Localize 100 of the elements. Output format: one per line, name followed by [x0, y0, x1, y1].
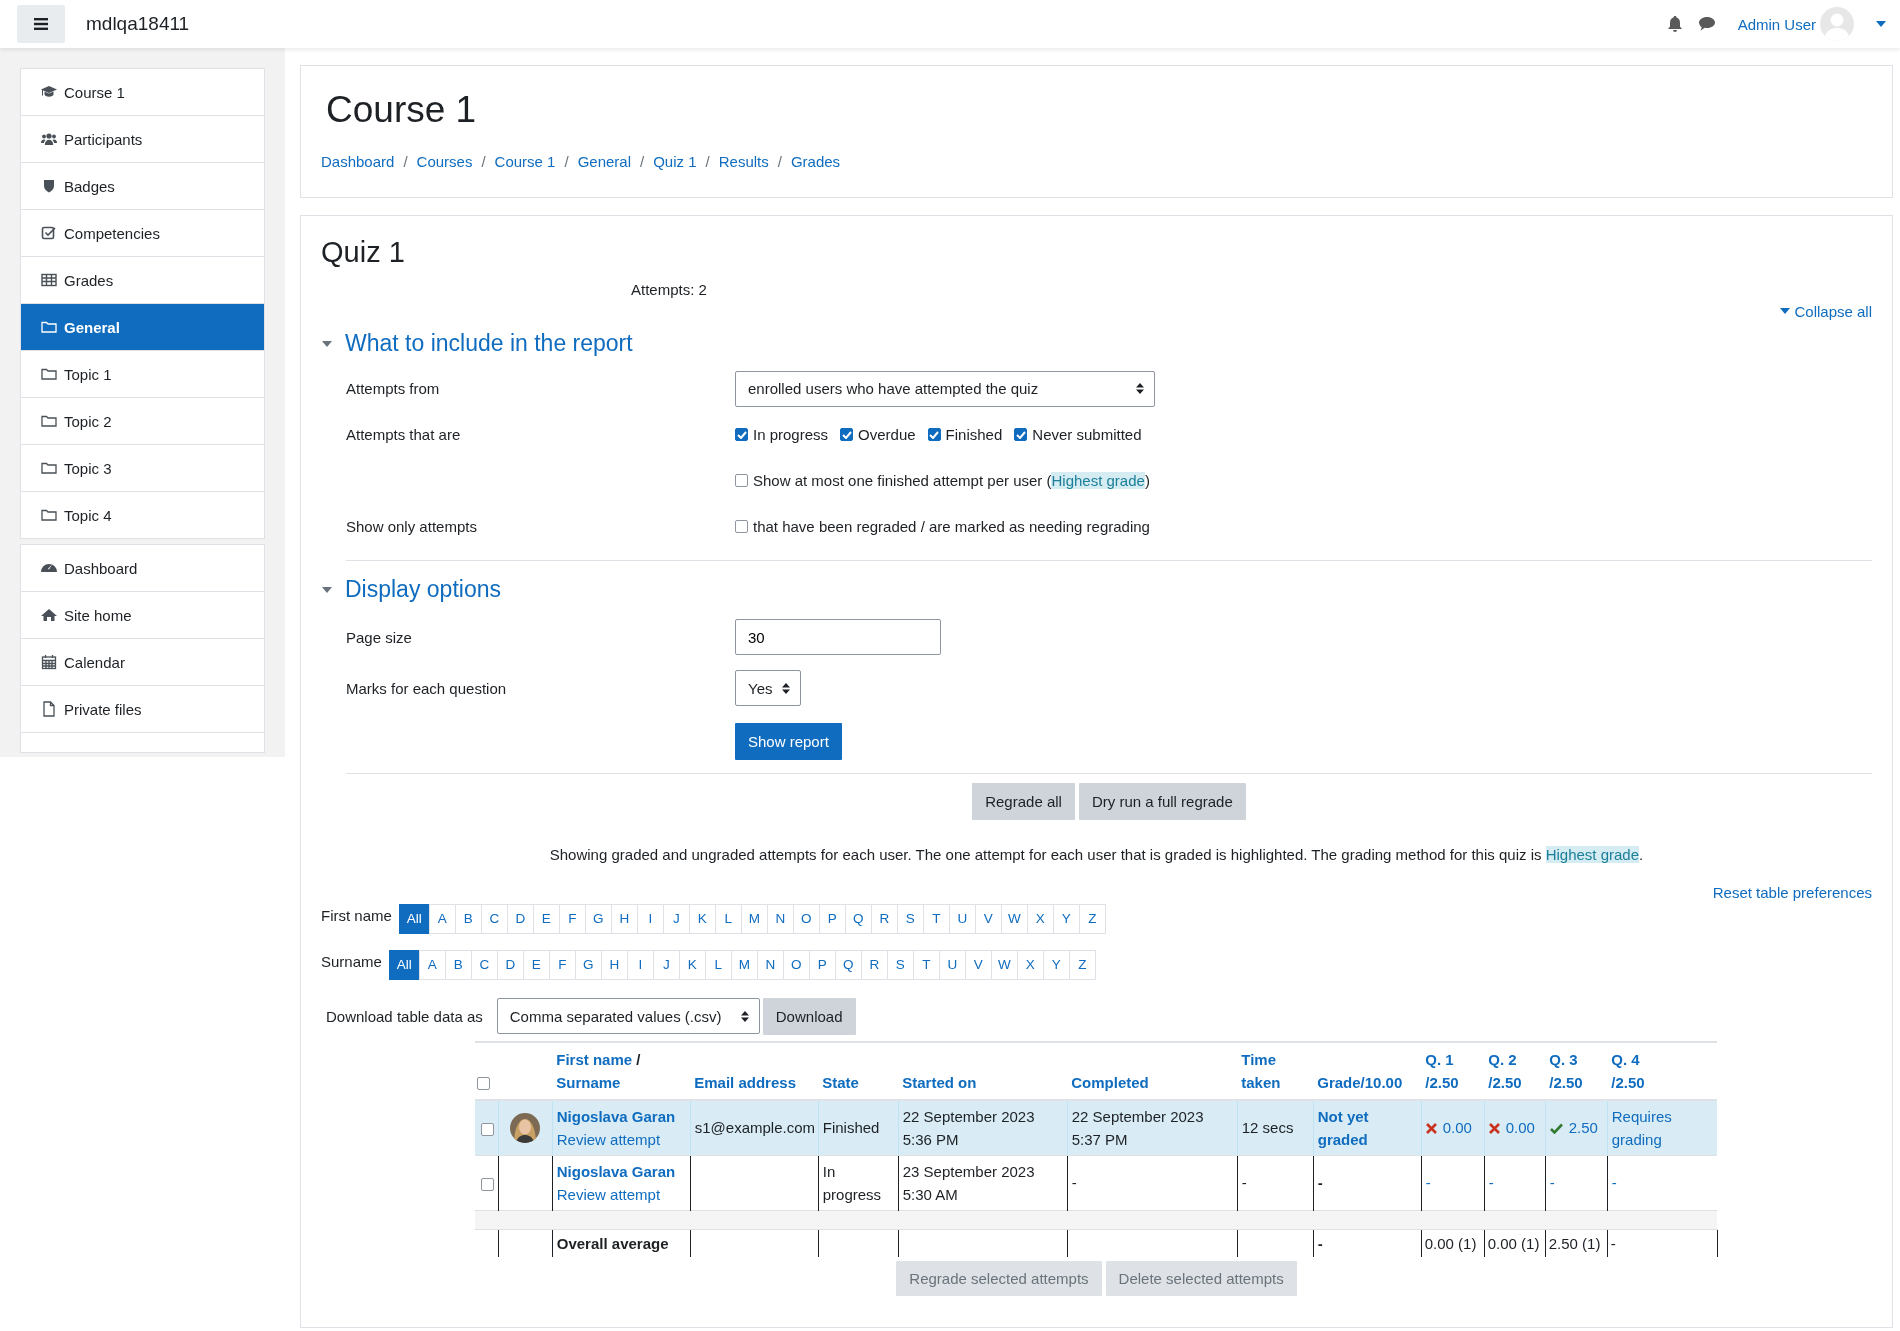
checkbox[interactable]: [840, 428, 854, 442]
regrade-button[interactable]: Dry run a full regrade: [1078, 782, 1246, 820]
regrade-button[interactable]: Regrade all: [972, 782, 1075, 820]
chat-icon[interactable]: [1697, 16, 1716, 32]
checkbox[interactable]: [735, 428, 748, 442]
page-size-field[interactable]: 30: [735, 619, 941, 656]
attempts-select[interactable]: enrolled users who have attempted the quiz: [735, 370, 1155, 407]
initial-letter[interactable]: R: [860, 949, 888, 980]
marks-select[interactable]: Yes: [735, 670, 801, 707]
checkbox[interactable]: [735, 520, 748, 534]
sort-link[interactable]: Q. 1 /2.50: [1425, 1047, 1481, 1094]
initial-letter[interactable]: M: [740, 903, 768, 934]
initial-letter[interactable]: D: [496, 949, 524, 980]
collapse-all-link[interactable]: Collapse all: [1780, 302, 1872, 320]
sort-link[interactable]: Started on: [902, 1070, 1064, 1094]
initial-letter[interactable]: K: [688, 903, 716, 934]
sidebar-item[interactable]: Topic 4: [21, 491, 264, 538]
sort-link[interactable]: Grade/10.00: [1317, 1070, 1418, 1094]
show-report-button[interactable]: Show report: [735, 722, 842, 760]
initial-letter[interactable]: U: [948, 903, 976, 934]
initial-letter[interactable]: U: [938, 949, 966, 980]
menu-button[interactable]: [17, 5, 65, 43]
sidebar-item[interactable]: Topic 1: [21, 350, 264, 397]
breadcrumb-link[interactable]: Courses: [416, 153, 473, 171]
breadcrumb-link[interactable]: Course 1: [494, 153, 556, 171]
initial-letter[interactable]: V: [974, 903, 1002, 934]
sort-link[interactable]: Q. 3 /2.50: [1549, 1047, 1604, 1094]
student-name-link[interactable]: Nigoslava Garan: [556, 1159, 686, 1183]
checkbox[interactable]: [477, 1077, 491, 1091]
breadcrumb-link[interactable]: Results: [718, 153, 769, 171]
sort-link[interactable]: Surname: [556, 1070, 687, 1094]
sort-link[interactable]: Time taken: [1241, 1047, 1310, 1094]
review-attempt-link[interactable]: Review attempt: [556, 1127, 686, 1151]
sidebar-item[interactable]: General: [21, 303, 264, 350]
initial-letter[interactable]: W: [990, 949, 1018, 980]
initial-letter[interactable]: C: [470, 949, 498, 980]
initial-letter[interactable]: F: [558, 903, 586, 934]
breadcrumb-link[interactable]: Grades: [790, 153, 841, 171]
sidebar-item[interactable]: Topic 2: [21, 397, 264, 444]
review-attempt-link[interactable]: Review attempt: [556, 1182, 686, 1206]
checkbox[interactable]: [735, 474, 748, 488]
checkbox[interactable]: [481, 1122, 494, 1136]
initial-letter[interactable]: X: [1026, 903, 1054, 934]
question-mark-link[interactable]: -: [1488, 1171, 1541, 1195]
breadcrumb-link[interactable]: General: [577, 153, 631, 171]
question-mark-link[interactable]: 2.50: [1568, 1119, 1598, 1137]
bell-icon[interactable]: [1666, 15, 1683, 33]
initial-letter[interactable]: Q: [834, 949, 862, 980]
initial-letter[interactable]: Y: [1042, 949, 1070, 980]
initial-letter[interactable]: F: [548, 949, 576, 980]
initial-letter[interactable]: L: [704, 949, 732, 980]
question-mark-link[interactable]: 0.00: [1442, 1119, 1472, 1137]
initial-letter[interactable]: P: [818, 903, 846, 934]
caret-icon[interactable]: [1876, 21, 1886, 27]
question-mark-link[interactable]: -: [1549, 1171, 1603, 1195]
initial-letter[interactable]: P: [808, 949, 836, 980]
checkbox[interactable]: [927, 428, 941, 442]
initial-letter[interactable]: S: [886, 949, 914, 980]
sidebar-item[interactable]: Private files: [21, 685, 264, 732]
sidebar-item[interactable]: Badges: [21, 162, 264, 209]
download-button[interactable]: Download: [762, 997, 856, 1035]
grading-method-link[interactable]: Highest grade: [1051, 472, 1145, 490]
initial-letter[interactable]: J: [662, 903, 690, 934]
initial-letter[interactable]: L: [714, 903, 742, 934]
reset-preferences-link[interactable]: Reset table preferences: [1712, 883, 1872, 901]
initial-letter[interactable]: E: [522, 949, 550, 980]
question-mark-link[interactable]: -: [1425, 1171, 1480, 1195]
initial-letter[interactable]: W: [1000, 903, 1028, 934]
question-mark-link[interactable]: 0.00: [1505, 1119, 1535, 1137]
sidebar-item[interactable]: Topic 3: [21, 444, 264, 491]
initial-letter[interactable]: M: [730, 949, 758, 980]
initial-letter[interactable]: D: [506, 903, 534, 934]
initial-letter[interactable]: All: [388, 949, 420, 980]
initial-letter[interactable]: H: [610, 903, 638, 934]
sort-link[interactable]: Completed: [1071, 1070, 1234, 1094]
checkbox[interactable]: [1014, 428, 1028, 442]
initial-letter[interactable]: G: [584, 903, 612, 934]
initial-letter[interactable]: O: [782, 949, 810, 980]
sort-link[interactable]: Q. 2 /2.50: [1488, 1047, 1542, 1094]
grading-method-link[interactable]: Highest grade: [1545, 845, 1640, 863]
format-select[interactable]: Comma separated values (.csv): [496, 998, 760, 1035]
initial-letter[interactable]: V: [964, 949, 992, 980]
sort-link[interactable]: Q. 4 /2.50: [1611, 1047, 1714, 1094]
initial-letter[interactable]: I: [636, 903, 664, 934]
initial-letter[interactable]: A: [418, 949, 446, 980]
initial-letter[interactable]: N: [766, 903, 794, 934]
sort-link[interactable]: State: [822, 1070, 895, 1094]
sidebar-item[interactable]: Participants: [21, 115, 264, 162]
sidebar-item[interactable]: Dashboard: [21, 545, 264, 591]
sort-link[interactable]: Email address: [694, 1070, 815, 1094]
initial-letter[interactable]: N: [756, 949, 784, 980]
initial-letter[interactable]: R: [870, 903, 898, 934]
initial-letter[interactable]: All: [398, 903, 430, 934]
sidebar-item[interactable]: Calendar: [21, 638, 264, 685]
site-name[interactable]: mdlqa18411: [86, 13, 190, 35]
initial-letter[interactable]: X: [1016, 949, 1044, 980]
initial-letter[interactable]: G: [574, 949, 602, 980]
student-name-link[interactable]: Nigoslava Garan: [556, 1104, 686, 1128]
sidebar-item[interactable]: Competencies: [21, 209, 264, 256]
initial-letter[interactable]: A: [428, 903, 456, 934]
